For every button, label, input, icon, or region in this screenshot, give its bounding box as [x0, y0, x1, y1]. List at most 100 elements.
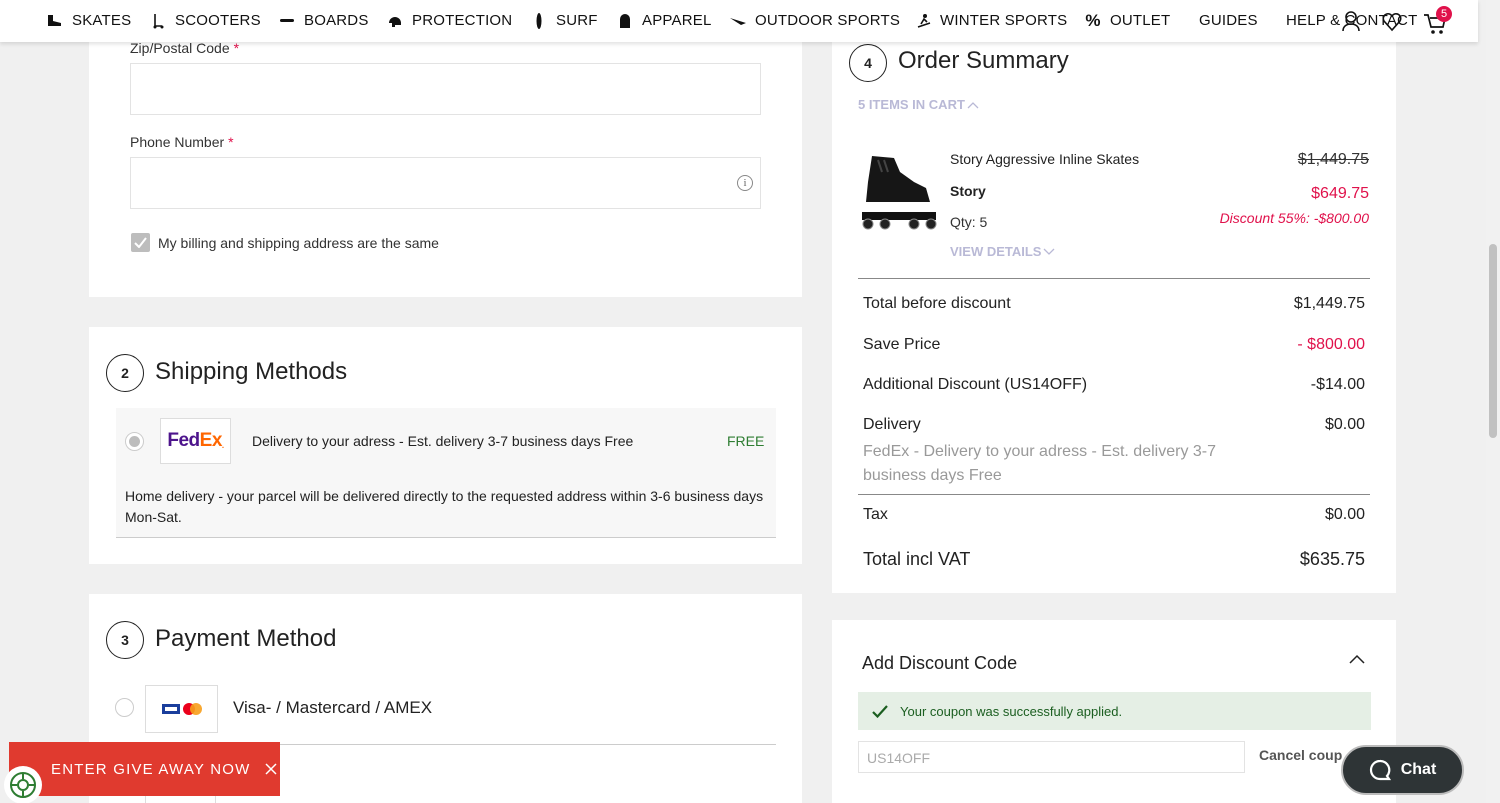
chevron-up-icon	[967, 101, 979, 108]
row-value: - $800.00	[1297, 336, 1365, 353]
divider	[858, 494, 1370, 495]
nav-label: SKATES	[72, 12, 132, 29]
nav-label: SCOOTERS	[175, 12, 261, 29]
row-value: $635.75	[1299, 549, 1365, 569]
chat-button[interactable]: Chat	[1341, 745, 1464, 795]
step-number: 3	[106, 621, 144, 659]
phone-input[interactable]	[130, 157, 761, 209]
row-label: Total incl VAT	[863, 549, 971, 569]
step-number: 2	[106, 354, 144, 392]
nav-label: PROTECTION	[412, 12, 513, 29]
nav-item-boards[interactable]: BOARDS	[278, 12, 369, 29]
surfboard-icon	[530, 12, 548, 29]
zip-input[interactable]	[130, 63, 761, 115]
giveaway-banner[interactable]: ENTER GIVE AWAY NOW	[9, 742, 280, 796]
nav-label: BOARDS	[304, 12, 369, 29]
product-name[interactable]: Story Aggressive Inline Skates	[950, 151, 1139, 167]
board-icon	[278, 13, 296, 29]
total-row: Total incl VAT $635.75	[863, 549, 1365, 570]
phone-label: Phone Number *	[130, 134, 234, 150]
order-summary-title: Order Summary	[898, 47, 1069, 74]
product-discount: Discount 55%: -$800.00	[1219, 210, 1369, 226]
step-number: 4	[849, 44, 887, 82]
chevron-down-icon	[1044, 248, 1055, 255]
cancel-coupon-button[interactable]: Cancel coup	[1259, 747, 1342, 763]
success-text: Your coupon was successfully applied.	[900, 703, 1123, 719]
tax-row: Tax $0.00	[863, 506, 1365, 524]
nav-item-surf[interactable]: SURF	[530, 12, 598, 29]
nav-item-skates[interactable]: SKATES	[46, 12, 131, 29]
scrollbar-thumb[interactable]	[1489, 244, 1497, 438]
chat-bubble-icon	[1369, 759, 1391, 781]
product-qty: Qty: 5	[950, 214, 988, 230]
total-before-row: Total before discount $1,449.75	[863, 295, 1365, 313]
shipping-option-label: Delivery to your adress - Est. delivery …	[252, 433, 634, 449]
row-label: Tax	[863, 506, 888, 523]
row-value: $0.00	[1324, 416, 1365, 433]
scooter-icon	[149, 13, 167, 29]
delivery-row: Delivery $0.00	[863, 416, 1365, 434]
giveaway-label: ENTER GIVE AWAY NOW	[51, 760, 251, 778]
percent-icon: %	[1085, 10, 1101, 30]
close-icon[interactable]	[264, 763, 277, 775]
nav-label: SURF	[556, 12, 598, 29]
cart-count-badge: 5	[1436, 6, 1452, 22]
shipping-radio[interactable]	[125, 432, 144, 451]
account-icon[interactable]	[1341, 10, 1361, 37]
shipping-title: Shipping Methods	[155, 358, 348, 385]
helmet-icon	[386, 13, 404, 29]
wishlist-heart-icon[interactable]	[1382, 12, 1402, 37]
view-details-toggle[interactable]: VIEW DETAILS	[950, 244, 1055, 259]
coupon-success-message: Your coupon was successfully applied.	[858, 692, 1371, 730]
nav-guides[interactable]: GUIDES	[1199, 12, 1258, 29]
product-image[interactable]	[858, 152, 940, 232]
row-label: Additional Discount (US14OFF)	[863, 376, 1088, 393]
recycle-badge-icon[interactable]	[4, 766, 42, 803]
save-price-row: Save Price - $800.00	[863, 336, 1365, 354]
info-icon[interactable]: i	[737, 175, 753, 191]
fedex-logo: Fed Ex.	[160, 418, 231, 464]
billing-same-checkbox[interactable]	[131, 233, 150, 252]
row-value: -$14.00	[1310, 376, 1365, 393]
shipping-price: FREE	[727, 433, 765, 449]
nav-item-winter-sports[interactable]: WINTER SPORTS	[914, 12, 1067, 29]
nav-item-apparel[interactable]: APPAREL	[616, 12, 712, 29]
divider	[858, 278, 1370, 279]
hoodie-icon	[616, 13, 634, 29]
nav-label: WINTER SPORTS	[940, 12, 1068, 29]
nav-item-outlet[interactable]: % OUTLET	[1084, 10, 1171, 30]
skate-icon	[46, 13, 64, 29]
row-label: Total before discount	[863, 295, 1011, 312]
nav-item-protection[interactable]: PROTECTION	[386, 12, 512, 29]
shipping-description: Home delivery - your parcel will be deli…	[125, 488, 764, 525]
discount-code-input[interactable]: US14OFF	[858, 741, 1245, 773]
billing-same-label: My billing and shipping address are the …	[158, 235, 439, 251]
outdoor-icon	[729, 13, 747, 29]
nav-label: GUIDES	[1199, 12, 1258, 29]
product-brand: Story	[950, 183, 986, 199]
row-value: $0.00	[1324, 506, 1365, 523]
chevron-up-icon[interactable]	[1349, 651, 1365, 669]
product-price: $649.75	[1311, 185, 1369, 202]
additional-discount-row: Additional Discount (US14OFF) -$14.00	[863, 376, 1365, 394]
discount-title[interactable]: Add Discount Code	[862, 653, 1017, 674]
delivery-description: FedEx - Delivery to your adress - Est. d…	[863, 443, 1217, 484]
nav-item-scooters[interactable]: SCOOTERS	[149, 12, 261, 29]
card-brands-logo	[145, 685, 218, 733]
row-value: $1,449.75	[1293, 295, 1365, 312]
payment-option-label: Visa- / Mastercard / AMEX	[233, 698, 433, 717]
top-navigation: SKATES SCOOTERS BOARDS PROTECTION SURF A…	[0, 0, 1478, 42]
row-label: Delivery	[863, 416, 921, 433]
payment-radio[interactable]	[115, 698, 134, 717]
checkmark-icon	[872, 704, 888, 718]
skier-icon	[914, 13, 932, 29]
row-label: Save Price	[863, 336, 941, 353]
nav-label: APPAREL	[642, 12, 712, 29]
payment-title: Payment Method	[155, 625, 337, 652]
items-in-cart-toggle[interactable]: 5 ITEMS IN CART	[858, 97, 979, 112]
nav-label: OUTDOOR SPORTS	[755, 12, 901, 29]
nav-label: OUTLET	[1110, 12, 1171, 29]
nav-item-outdoor-sports[interactable]: OUTDOOR SPORTS	[729, 12, 900, 29]
zip-label: Zip/Postal Code *	[130, 40, 240, 56]
chat-label: Chat	[1400, 761, 1437, 778]
